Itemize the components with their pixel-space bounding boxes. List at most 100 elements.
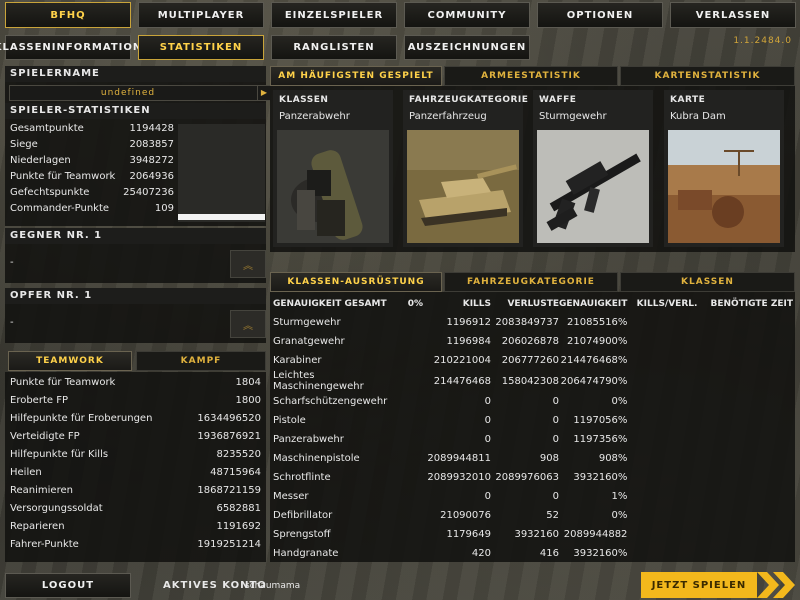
- tab-kampf[interactable]: KAMPF: [136, 351, 266, 371]
- subnav-klasseninformation-button[interactable]: KLASSENINFORMATION: [0, 35, 141, 60]
- weapon-name: Karabiner: [273, 355, 322, 366]
- weapon-genauigkeit: 1197356%: [573, 434, 628, 445]
- table-row[interactable]: Panzerabwehr 0 0 1197356%: [273, 430, 793, 449]
- card-klassen: KLASSEN Panzerabwehr: [273, 90, 393, 247]
- stat-label: Niederlagen: [10, 155, 71, 166]
- table-row[interactable]: Messer 0 0 1%: [273, 487, 793, 506]
- tab-klassen-ausruestung[interactable]: KLASSEN-AUSRÜSTUNG: [270, 272, 442, 292]
- nav-community-button[interactable]: COMMUNITY: [404, 2, 530, 28]
- weapon-verluste: 158042308: [501, 375, 559, 387]
- pct-cell: [401, 411, 423, 430]
- subnav-ranglisten-button[interactable]: RANGLISTEN: [271, 35, 397, 60]
- weapon-name: Defibrillator: [273, 510, 333, 521]
- teamwork-value: 1868721159: [197, 485, 261, 496]
- chevron-right-icon[interactable]: ▶: [257, 86, 270, 100]
- teamwork-label: Verteidigte FP: [10, 431, 80, 442]
- weapon-genauigkeit: 0%: [611, 396, 628, 407]
- table-row[interactable]: Sprengstoff 1179649 3932160 2089944882: [273, 525, 793, 544]
- col-header-genauigkeit: GENAUIGKEIT: [559, 298, 628, 309]
- table-row[interactable]: Handgranate 420 416 3932160%: [273, 544, 793, 563]
- card-waffe: WAFFE Sturmgewehr: [533, 90, 653, 247]
- col-header-percent: 0%: [407, 298, 423, 309]
- stat-label: Gefechtspunkte: [10, 187, 90, 198]
- teamwork-value: 1800: [235, 395, 261, 406]
- weapon-genauigkeit: 206474790%: [560, 375, 628, 387]
- stat-label: Siege: [10, 139, 38, 150]
- weapon-kills: 1196912: [446, 317, 491, 328]
- rocket-launcher-image: [277, 130, 389, 243]
- tab-fahrzeugkategorie[interactable]: FAHRZEUGKATEGORIE: [444, 272, 618, 292]
- weapon-kills-verl: [627, 411, 697, 430]
- stat-value: 1194428: [129, 123, 174, 134]
- tab-armeestatistik[interactable]: ARMEESTATISTIK: [444, 66, 618, 86]
- teamwork-label: Eroberte FP: [10, 395, 68, 406]
- nav-verlassen-button[interactable]: VERLASSEN: [670, 2, 796, 28]
- subnav-auszeichnungen-button[interactable]: AUSZEICHNUNGEN: [404, 35, 530, 60]
- weapon-verluste: 2083849737: [495, 317, 559, 328]
- weapon-name: Leichtes Maschinengewehr: [273, 370, 364, 392]
- chevron-arrows-icon[interactable]: [757, 572, 797, 598]
- weapon-name: Scharfschützengewehr: [273, 396, 388, 407]
- nav-multiplayer-button[interactable]: MULTIPLAYER: [138, 2, 264, 28]
- weapon-kills: 21090076: [440, 510, 491, 521]
- table-row[interactable]: Sturmgewehr 1196912 2083849737 21085516%: [273, 313, 793, 332]
- nav-einzelspieler-button[interactable]: EINZELSPIELER: [271, 2, 397, 28]
- weapon-zeit: [697, 430, 793, 449]
- weapon-name: Messer: [273, 491, 309, 502]
- teamwork-value: 48715964: [210, 467, 261, 478]
- teamwork-label: Fahrer-Punkte: [10, 539, 79, 550]
- card-karte: KARTE Kubra Dam: [664, 90, 784, 247]
- pct-cell: [401, 544, 423, 563]
- weapon-verluste: 2089976063: [495, 472, 559, 483]
- weapon-genauigkeit: 21085516%: [567, 317, 628, 328]
- card-klassen-value: Panzerabwehr: [279, 111, 350, 122]
- tab-klassen[interactable]: KLASSEN: [620, 272, 795, 292]
- tab-most-played[interactable]: AM HÄUFIGSTEN GESPIELT: [270, 66, 442, 86]
- weapon-genauigkeit: 908%: [598, 453, 628, 464]
- table-row[interactable]: Pistole 0 0 1197056%: [273, 411, 793, 430]
- pct-cell: [401, 392, 423, 411]
- card-waffe-title: WAFFE: [539, 95, 577, 105]
- weapon-zeit: [697, 313, 793, 332]
- weapon-kills: 0: [484, 396, 491, 407]
- weapon-verluste: 3932160: [514, 529, 559, 540]
- weapon-zeit: [697, 332, 793, 351]
- subnav-statistiken-button[interactable]: STATISTIKEN: [138, 35, 264, 60]
- weapon-verluste: 0: [552, 434, 559, 445]
- weapon-kills: 0: [484, 415, 491, 426]
- teamwork-value: 6582881: [216, 503, 261, 514]
- table-row[interactable]: Maschinenpistole 2089944811 908 908%: [273, 449, 793, 468]
- tab-teamwork[interactable]: TEAMWORK: [8, 351, 132, 371]
- weapon-zeit: [697, 351, 793, 370]
- teamwork-label: Versorgungssoldat: [10, 503, 103, 514]
- pct-cell: [401, 332, 423, 351]
- rank-progress-bar: [178, 214, 265, 220]
- weapon-kills: 420: [471, 548, 491, 559]
- opfer-header: OPFER NR. 1: [5, 288, 266, 304]
- teamwork-label: Hilfepunkte für Eroberungen: [10, 413, 153, 424]
- tank-image: [407, 130, 519, 243]
- pct-cell: [401, 468, 423, 487]
- card-fahrzeugkategorie: FAHRZEUGKATEGORIE Panzerfahrzeug: [403, 90, 528, 247]
- table-row[interactable]: Scharfschützengewehr 0 0 0%: [273, 392, 793, 411]
- play-now-button[interactable]: JETZT SPIELEN: [641, 572, 757, 598]
- nav-optionen-button[interactable]: OPTIONEN: [537, 2, 663, 28]
- player-panel: SPIELERNAME undefined ▶ SPIELER-STATISTI…: [5, 66, 271, 226]
- logout-button[interactable]: LOGOUT: [5, 573, 131, 598]
- stat-label: Commander-Punkte: [10, 203, 110, 214]
- player-name-selector[interactable]: undefined ▶: [9, 85, 271, 101]
- table-row[interactable]: Leichtes Maschinengewehr 214476468 1580423…: [273, 370, 793, 392]
- table-row[interactable]: Schrotflinte 2089932010 2089976063 3932160%: [273, 468, 793, 487]
- tab-kartenstatistik[interactable]: KARTENSTATISTIK: [620, 66, 795, 86]
- weapon-verluste: 416: [539, 548, 559, 559]
- teamwork-label: Reanimieren: [10, 485, 73, 496]
- weapon-kills-verl: [627, 332, 697, 351]
- nav-bfhq-button[interactable]: BFHQ: [5, 2, 131, 28]
- weapon-stats-panel: GENAUIGKEIT GESAMT 0% KILLS VERLUSTE GEN…: [270, 292, 795, 562]
- table-row[interactable]: Karabiner 210221004 206777260 214476468%: [273, 351, 793, 370]
- teamwork-label: Hilfepunkte für Kills: [10, 449, 109, 460]
- teamwork-label: Reparieren: [10, 521, 65, 532]
- table-row[interactable]: Defibrillator 21090076 52 0%: [273, 506, 793, 525]
- table-row[interactable]: Granatgewehr 1196984 206026878 21074900%: [273, 332, 793, 351]
- gegner-value: -: [10, 257, 14, 268]
